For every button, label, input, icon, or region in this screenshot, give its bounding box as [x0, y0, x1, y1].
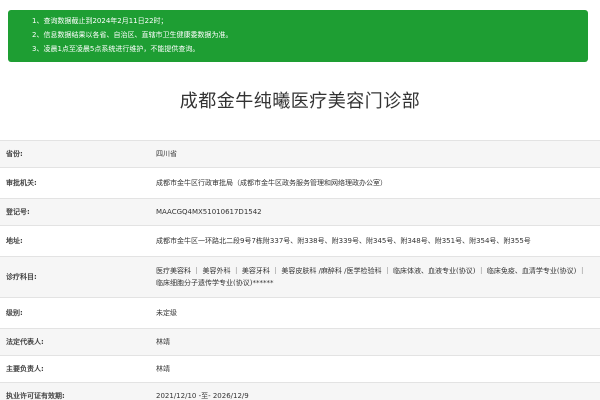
table-row: 地址: 成都市金牛区一环路北二段9号7栋附337号、附338号、附339号、附3…	[0, 226, 600, 257]
page: 1、查询数据截止到2024年2月11日22时； 2、信息数据结果以各省、自治区、…	[0, 0, 600, 400]
subjects-label: 诊疗科目:	[0, 256, 150, 298]
reg-label: 登记号:	[0, 198, 150, 226]
authority-value: 成都市金牛区行政审批局（成都市金牛区政务服务管理和网络理政办公室）	[156, 179, 387, 187]
notice-item: 2、信息数据结果以各省、自治区、直辖市卫生健康委数据为准。	[32, 31, 233, 39]
legal-value: 林靖	[150, 328, 600, 356]
notice-item: 3、凌晨1点至凌晨5点系统进行维护，不能提供查询。	[32, 45, 200, 53]
validity-value: 2021/12/10 -至- 2026/12/9	[150, 382, 600, 400]
province-label: 省份:	[0, 140, 150, 168]
page-title: 成都金牛纯曦医疗美容门诊部	[179, 91, 421, 112]
grade-label: 级别:	[6, 309, 23, 317]
table-row: 省份: 四川省	[0, 140, 600, 168]
info-table: 省份: 四川省 审批机关: 成都市金牛区行政审批局（成都市金牛区政务服务管理和网…	[0, 140, 600, 400]
address-label: 地址:	[6, 237, 23, 245]
address-value: 成都市金牛区一环路北二段9号7栋附337号、附338号、附339号、附345号、…	[156, 237, 531, 245]
table-row: 法定代表人: 林靖	[0, 328, 600, 356]
notice-item: 1、查询数据截止到2024年2月11日22时；	[32, 17, 168, 25]
table-row: 级别: 未定级	[0, 298, 600, 329]
validity-label: 执业许可证有效期:	[0, 382, 150, 400]
title-area: 成都金牛纯曦医疗美容门诊部	[0, 62, 600, 138]
province-value: 四川省	[150, 140, 600, 168]
table-row: 主要负责人: 林靖	[0, 356, 600, 383]
authority-label: 审批机关:	[6, 179, 37, 187]
notice-banner: 1、查询数据截止到2024年2月11日22时； 2、信息数据结果以各省、自治区、…	[8, 10, 588, 62]
principal-label: 主要负责人:	[6, 365, 44, 373]
table-row: 审批机关: 成都市金牛区行政审批局（成都市金牛区政务服务管理和网络理政办公室）	[0, 168, 600, 199]
reg-value: MAACGQ4MX51010617D1542	[150, 198, 600, 226]
table-row: 诊疗科目: 医疗美容科 ｜ 美容外科 ｜ 美容牙科 ｜ 美容皮肤科 /麻醉科 /…	[0, 256, 600, 298]
table-row: 登记号: MAACGQ4MX51010617D1542	[0, 198, 600, 226]
principal-value: 林靖	[156, 365, 170, 373]
table-row: 执业许可证有效期: 2021/12/10 -至- 2026/12/9	[0, 382, 600, 400]
legal-label: 法定代表人:	[0, 328, 150, 356]
subjects-value: 医疗美容科 ｜ 美容外科 ｜ 美容牙科 ｜ 美容皮肤科 /麻醉科 /医学检验科 …	[150, 256, 600, 298]
notice-list: 1、查询数据截止到2024年2月11日22时； 2、信息数据结果以各省、自治区、…	[18, 14, 578, 56]
grade-value: 未定级	[156, 309, 177, 317]
